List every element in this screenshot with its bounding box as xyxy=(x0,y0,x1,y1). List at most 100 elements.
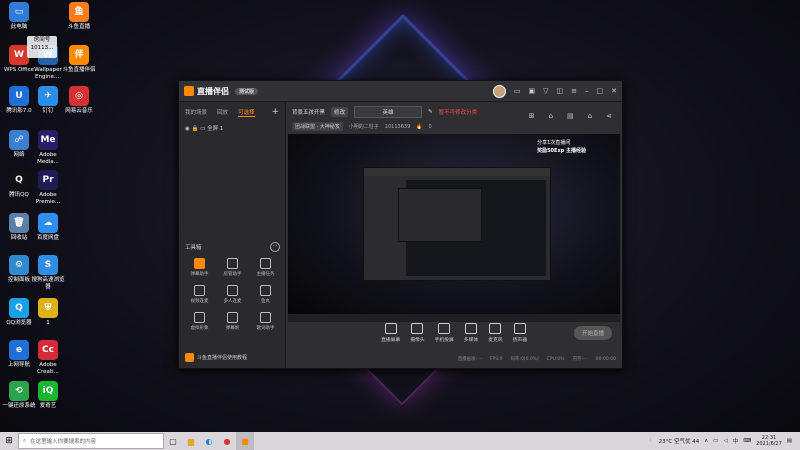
desktop-app-icon: ✈ xyxy=(38,86,58,106)
menu-icon[interactable]: ≡ xyxy=(571,87,577,95)
maximize-icon[interactable]: □ xyxy=(597,87,604,95)
source-icon xyxy=(489,323,502,334)
lock-icon[interactable]: ⌂ xyxy=(549,112,553,120)
task-view-icon[interactable]: ▢ xyxy=(164,432,182,450)
tool-item[interactable]: 鱼丸 xyxy=(249,285,282,304)
start-live-button[interactable]: 开始直播 xyxy=(573,326,612,340)
desktop-icon[interactable]: 鱼斗鱼直播 xyxy=(60,2,98,31)
tool-icon xyxy=(194,312,205,323)
tab-my-scenes[interactable]: 我的场景 xyxy=(185,108,207,116)
category-warning: 暂不可修改分类 xyxy=(438,110,478,116)
gift-icon[interactable]: ▣ xyxy=(528,87,535,95)
edit-title-button[interactable]: 修改 xyxy=(331,107,349,117)
message-icon[interactable]: ▭ xyxy=(514,87,521,95)
source-label: 手机投屏 xyxy=(434,338,454,343)
input-language[interactable]: 中 xyxy=(733,437,739,445)
desktop-icon[interactable]: Pr Adobe Premie... xyxy=(29,170,67,206)
toolbox-title: 工具箱 xyxy=(185,245,202,251)
tab-replay[interactable]: 回放 xyxy=(217,108,228,116)
desktop-icon[interactable]: ⛨ 1 xyxy=(29,298,67,327)
browser-icon[interactable]: ● xyxy=(218,432,236,450)
tutorial-link[interactable]: 斗鱼直播伴侣使用教程 xyxy=(185,353,247,362)
room-title: 背景五孩开黑 xyxy=(292,110,326,116)
source-label: 多媒体 xyxy=(463,338,479,343)
desktop-icon[interactable]: Me Adobe Media... xyxy=(29,130,67,166)
minimize-icon[interactable]: – xyxy=(585,87,589,95)
scene-label: 全屏 1 xyxy=(207,126,224,132)
desktop-app-icon: ⚙ xyxy=(9,255,29,275)
skin-icon[interactable]: ◫ xyxy=(557,87,564,95)
clock[interactable]: 22:31 2021/6/27 xyxy=(756,435,782,447)
live-preview[interactable]: 分享1次直播间 奖励50Exp 主播经验 xyxy=(288,134,620,322)
add-scene-icon[interactable]: + xyxy=(271,107,279,117)
eye-icon[interactable]: ◉ xyxy=(185,126,190,132)
desktop-icon[interactable]: iQ 爱奇艺 xyxy=(29,381,67,410)
desktop-app-icon: 伴 xyxy=(69,45,89,65)
toolbox-more-icon[interactable]: ··· xyxy=(270,242,280,252)
pencil-icon[interactable]: ✎ xyxy=(428,109,433,115)
desktop-icon[interactable]: ▭ 此电脑 xyxy=(0,2,38,31)
avatar[interactable] xyxy=(492,84,506,98)
lock-icon[interactable]: 🔒 xyxy=(192,126,199,132)
link-icon[interactable]: ⋖ xyxy=(606,112,612,120)
status-item: 码率:0(0.0%) xyxy=(510,357,539,362)
desktop-icon-label: 百度网盘 xyxy=(36,235,59,241)
source-button[interactable]: 麦克风 xyxy=(488,323,503,343)
notice-icon[interactable]: ⌂ xyxy=(588,112,592,120)
tool-label: 弹幕姬 xyxy=(225,326,240,331)
source-button[interactable]: 扬声器 xyxy=(513,323,527,343)
room-id: 10113639 xyxy=(384,123,411,130)
room-tag[interactable]: 团战联盟 · 大神秘笈 xyxy=(292,122,343,131)
source-icon xyxy=(438,323,451,334)
tool-item[interactable]: 多人连麦 xyxy=(216,285,249,304)
source-button[interactable]: 多媒体 xyxy=(464,323,478,343)
overlay-line1: 分享1次直播间 xyxy=(537,140,571,146)
source-button[interactable]: 摄像头 xyxy=(410,323,425,343)
category-field[interactable]: 英雄 xyxy=(354,106,423,118)
preview-nested-window xyxy=(363,167,551,281)
source-button[interactable]: 手机投屏 xyxy=(435,323,454,343)
desktop-icon[interactable]: ☁ 百度网盘 xyxy=(29,213,67,242)
tool-icon xyxy=(227,258,238,269)
desktop-icon[interactable]: 伴斗鱼直播伴侣 xyxy=(60,45,98,74)
taskbar: ⊞ ⌕ 在这里输入你要搜索的内容 ▢ ▆ ◐ ● ■ ☾ 23°C 空气优 44… xyxy=(0,432,800,450)
desktop-app-icon: ☍ xyxy=(9,130,29,150)
desktop-icon[interactable]: Cc Adobe Creati... xyxy=(29,340,67,376)
tab-selectable[interactable]: 可选择 xyxy=(238,108,255,117)
start-icon[interactable]: ⊞ xyxy=(0,432,18,450)
desktop-icon-label: 斗鱼直播伴侣 xyxy=(62,67,96,73)
weather-text[interactable]: 23°C 空气优 44 xyxy=(659,437,700,445)
tool-item[interactable]: 歌词助手 xyxy=(249,312,282,331)
tool-item[interactable]: 主播任务 xyxy=(249,258,282,277)
network-icon[interactable]: ▭ xyxy=(713,438,718,444)
room-action-icons: ⊞ ⌂ ▤ ⌂ ⋖ xyxy=(529,112,612,120)
desktop-icon[interactable]: ◎ 网易云音乐 xyxy=(60,86,98,115)
gift-icon[interactable]: ▤ xyxy=(567,112,574,120)
shield-icon[interactable]: ▽ xyxy=(543,87,548,95)
tool-item[interactable]: 视频连麦 xyxy=(183,285,216,304)
tool-label: 多人连麦 xyxy=(223,299,242,304)
keyboard-icon[interactable]: ⌨ xyxy=(743,438,751,444)
desktop-icon-label: Adobe Premie... xyxy=(35,192,61,205)
tool-item[interactable]: 房管助手 xyxy=(216,258,249,277)
tool-icon xyxy=(260,312,271,323)
source-button[interactable]: 直播屏幕 xyxy=(381,323,400,343)
volume-icon[interactable]: ◁ xyxy=(723,438,727,444)
status-item: 内存:- - xyxy=(572,357,588,362)
room-info-row: 团战联盟 · 大神秘笈 小明的二柱子 10113639 🔥 0 xyxy=(286,120,622,133)
file-explorer-icon[interactable]: ▆ xyxy=(182,432,200,450)
edge-icon[interactable]: ◐ xyxy=(200,432,218,450)
search-input[interactable]: ⌕ 在这里输入你要搜索的内容 xyxy=(18,433,164,449)
notification-icon[interactable]: ▤ xyxy=(787,438,792,444)
tool-item[interactable]: 虚拟形象 xyxy=(183,312,216,331)
weather-icon: ☾ xyxy=(648,438,654,444)
tray-arrow-icon[interactable]: ∧ xyxy=(704,438,708,444)
tool-item[interactable]: 弹幕助手 xyxy=(183,258,216,277)
close-icon[interactable]: ✕ xyxy=(611,87,617,95)
scene-item[interactable]: ◉ 🔒 ▭ 全屏 1 xyxy=(179,122,285,134)
desktop-app-icon: 🗑 xyxy=(9,213,29,233)
tool-item[interactable]: 弹幕姬 xyxy=(216,312,249,331)
live-companion-taskbar-icon[interactable]: ■ xyxy=(236,432,254,450)
desktop-icon[interactable]: S 搜狗高速浏览器 xyxy=(29,255,67,291)
share-icon[interactable]: ⊞ xyxy=(529,112,535,120)
